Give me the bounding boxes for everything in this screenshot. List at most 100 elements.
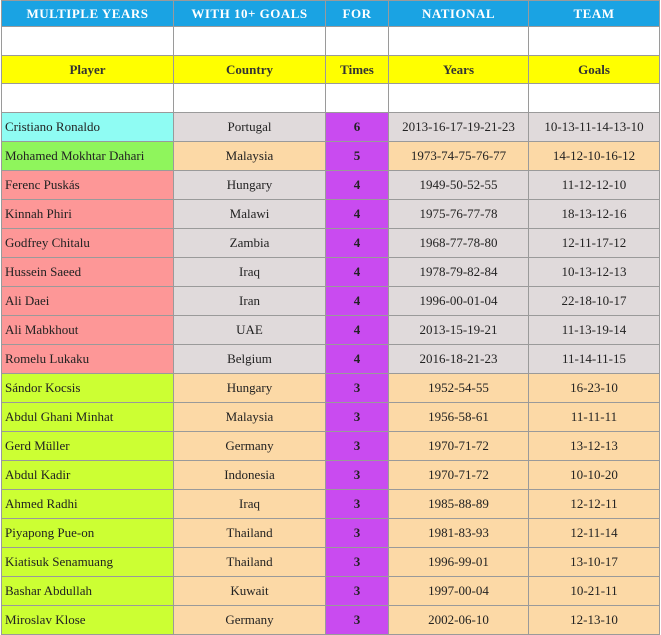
header-player: Player (1, 55, 174, 84)
player-cell: Gerd Müller (1, 431, 174, 461)
multiple-years-goals-table: MULTIPLE YEARS WITH 10+ GOALS FOR NATION… (1, 0, 660, 635)
times-cell: 3 (325, 402, 389, 432)
title-cell: FOR (325, 0, 389, 27)
player-cell: Abdul Ghani Minhat (1, 402, 174, 432)
player-cell: Bashar Abdullah (1, 576, 174, 606)
years-cell: 1956-58-61 (388, 402, 529, 432)
times-cell: 3 (325, 431, 389, 461)
goals-cell: 16-23-10 (528, 373, 660, 403)
country-cell: Iraq (173, 489, 326, 519)
blank-cell (325, 83, 389, 113)
country-cell: Malaysia (173, 402, 326, 432)
blank-cell (325, 26, 389, 56)
country-cell: Portugal (173, 112, 326, 142)
times-cell: 4 (325, 228, 389, 258)
table-row: Godfrey Chitalu Zambia 4 1968-77-78-80 12-11… (1, 228, 660, 258)
goals-cell: 11-13-19-14 (528, 315, 660, 345)
times-cell: 3 (325, 576, 389, 606)
years-cell: 1997-00-04 (388, 576, 529, 606)
country-cell: Malawi (173, 199, 326, 229)
goals-cell: 12-12-11 (528, 489, 660, 519)
blank-row (1, 26, 660, 56)
times-cell: 3 (325, 518, 389, 548)
times-cell: 3 (325, 605, 389, 635)
goals-cell: 13-10-17 (528, 547, 660, 577)
player-cell: Ahmed Radhi (1, 489, 174, 519)
country-cell: Hungary (173, 373, 326, 403)
goals-cell: 11-11-11 (528, 402, 660, 432)
title-cell: MULTIPLE YEARS (1, 0, 174, 27)
table-row: Kiatisuk Senamuang Thailand 3 1996-99-01 13-… (1, 547, 660, 577)
times-cell: 4 (325, 257, 389, 287)
header-years: Years (388, 55, 529, 84)
times-cell: 3 (325, 489, 389, 519)
goals-cell: 11-14-11-15 (528, 344, 660, 374)
title-cell: TEAM (528, 0, 660, 27)
title-cell: WITH 10+ GOALS (173, 0, 326, 27)
blank-cell (173, 83, 326, 113)
times-cell: 4 (325, 170, 389, 200)
times-cell: 4 (325, 286, 389, 316)
table-body: MULTIPLE YEARS WITH 10+ GOALS FOR NATION… (1, 0, 660, 635)
table-row: Kinnah Phiri Malawi 4 1975-76-77-78 18-13-12… (1, 199, 660, 229)
goals-cell: 12-11-17-12 (528, 228, 660, 258)
title-cell: NATIONAL (388, 0, 529, 27)
years-cell: 2016-18-21-23 (388, 344, 529, 374)
table-row: Ali Mabkhout UAE 4 2013-15-19-21 11-13-19-14 (1, 315, 660, 345)
player-cell: Kiatisuk Senamuang (1, 547, 174, 577)
player-cell: Mohamed Mokhtar Dahari (1, 141, 174, 171)
years-cell: 2013-15-19-21 (388, 315, 529, 345)
table-row: Bashar Abdullah Kuwait 3 1997-00-04 10-21-11 (1, 576, 660, 606)
blank-row (1, 83, 660, 113)
table-row: Ali Daei Iran 4 1996-00-01-04 22-18-10-17 (1, 286, 660, 316)
player-cell: Sándor Kocsis (1, 373, 174, 403)
country-cell: Iraq (173, 257, 326, 287)
years-cell: 1970-71-72 (388, 431, 529, 461)
times-cell: 6 (325, 112, 389, 142)
goals-cell: 12-11-14 (528, 518, 660, 548)
table-row: Ferenc Puskás Hungary 4 1949-50-52-55 11-12-… (1, 170, 660, 200)
table-row: Romelu Lukaku Belgium 4 2016-18-21-23 11-14-… (1, 344, 660, 374)
player-cell: Hussein Saeed (1, 257, 174, 287)
years-cell: 1973-74-75-76-77 (388, 141, 529, 171)
country-cell: Belgium (173, 344, 326, 374)
years-cell: 1978-79-82-84 (388, 257, 529, 287)
country-cell: Thailand (173, 518, 326, 548)
country-cell: Hungary (173, 170, 326, 200)
country-cell: Germany (173, 605, 326, 635)
table-row: Sándor Kocsis Hungary 3 1952-54-55 16-23-10 (1, 373, 660, 403)
player-cell: Abdul Kadir (1, 460, 174, 490)
goals-cell: 14-12-10-16-12 (528, 141, 660, 171)
times-cell: 3 (325, 373, 389, 403)
years-cell: 1975-76-77-78 (388, 199, 529, 229)
header-country: Country (173, 55, 326, 84)
player-cell: Ali Mabkhout (1, 315, 174, 345)
player-cell: Godfrey Chitalu (1, 228, 174, 258)
table-row: Mohamed Mokhtar Dahari Malaysia 5 1973-74-7… (1, 141, 660, 171)
country-cell: Malaysia (173, 141, 326, 171)
player-cell: Cristiano Ronaldo (1, 112, 174, 142)
player-cell: Ali Daei (1, 286, 174, 316)
years-cell: 1985-88-89 (388, 489, 529, 519)
country-cell: Kuwait (173, 576, 326, 606)
table-row: Cristiano Ronaldo Portugal 6 2013-16-17-19-… (1, 112, 660, 142)
goals-cell: 10-21-11 (528, 576, 660, 606)
country-cell: Iran (173, 286, 326, 316)
table-row: Miroslav Klose Germany 3 2002-06-10 12-13-10 (1, 605, 660, 635)
blank-cell (388, 83, 529, 113)
years-cell: 2002-06-10 (388, 605, 529, 635)
years-cell: 1968-77-78-80 (388, 228, 529, 258)
header-times: Times (325, 55, 389, 84)
goals-cell: 10-13-11-14-13-10 (528, 112, 660, 142)
years-cell: 1996-00-01-04 (388, 286, 529, 316)
table-row: Gerd Müller Germany 3 1970-71-72 13-12-13 (1, 431, 660, 461)
goals-cell: 10-10-20 (528, 460, 660, 490)
country-cell: UAE (173, 315, 326, 345)
goals-cell: 18-13-12-16 (528, 199, 660, 229)
times-cell: 4 (325, 344, 389, 374)
player-cell: Romelu Lukaku (1, 344, 174, 374)
player-cell: Miroslav Klose (1, 605, 174, 635)
blank-cell (1, 26, 174, 56)
goals-cell: 11-12-12-10 (528, 170, 660, 200)
table-row: Abdul Kadir Indonesia 3 1970-71-72 10-10-20 (1, 460, 660, 490)
